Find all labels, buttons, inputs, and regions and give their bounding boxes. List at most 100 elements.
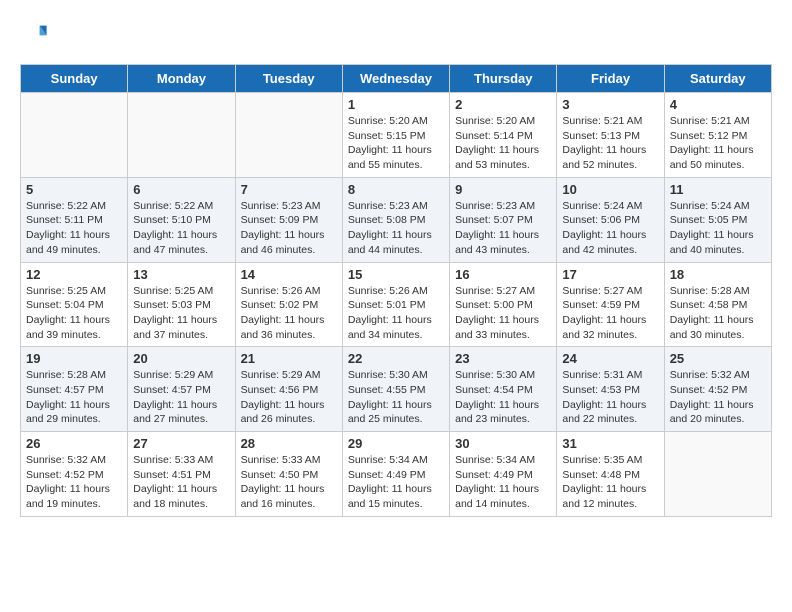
day-info: Sunrise: 5:33 AMSunset: 4:50 PMDaylight:… [241,453,337,512]
day-info: Sunrise: 5:23 AMSunset: 5:08 PMDaylight:… [348,199,444,258]
day-number: 25 [670,351,766,366]
day-number: 16 [455,267,551,282]
day-number: 15 [348,267,444,282]
day-info: Sunrise: 5:32 AMSunset: 4:52 PMDaylight:… [670,368,766,427]
calendar-cell: 20 Sunrise: 5:29 AMSunset: 4:57 PMDayligh… [128,347,235,432]
day-info: Sunrise: 5:23 AMSunset: 5:07 PMDaylight:… [455,199,551,258]
calendar-cell: 3 Sunrise: 5:21 AMSunset: 5:13 PMDaylight… [557,93,664,178]
weekday-header-friday: Friday [557,65,664,93]
weekday-header-thursday: Thursday [450,65,557,93]
day-info: Sunrise: 5:21 AMSunset: 5:12 PMDaylight:… [670,114,766,173]
calendar-cell: 11 Sunrise: 5:24 AMSunset: 5:05 PMDayligh… [664,177,771,262]
day-info: Sunrise: 5:30 AMSunset: 4:54 PMDaylight:… [455,368,551,427]
day-info: Sunrise: 5:35 AMSunset: 4:48 PMDaylight:… [562,453,658,512]
day-info: Sunrise: 5:25 AMSunset: 5:04 PMDaylight:… [26,284,122,343]
day-number: 28 [241,436,337,451]
calendar-cell: 18 Sunrise: 5:28 AMSunset: 4:58 PMDayligh… [664,262,771,347]
calendar-cell [664,432,771,517]
day-info: Sunrise: 5:30 AMSunset: 4:55 PMDaylight:… [348,368,444,427]
calendar-cell: 14Sunrise: 5:26 AMSunset: 5:02 PMDayligh… [235,262,342,347]
day-info: Sunrise: 5:24 AMSunset: 5:06 PMDaylight:… [562,199,658,258]
calendar-week-1: 1 Sunrise: 5:20 AMSunset: 5:15 PMDaylight… [21,93,772,178]
day-number: 30 [455,436,551,451]
calendar-cell: 17 Sunrise: 5:27 AMSunset: 4:59 PMDayligh… [557,262,664,347]
calendar-week-2: 5Sunrise: 5:22 AMSunset: 5:11 PMDaylight… [21,177,772,262]
day-number: 18 [670,267,766,282]
calendar-cell [235,93,342,178]
day-number: 12 [26,267,122,282]
calendar-cell: 16Sunrise: 5:27 AMSunset: 5:00 PMDayligh… [450,262,557,347]
day-number: 21 [241,351,337,366]
weekday-header-tuesday: Tuesday [235,65,342,93]
day-info: Sunrise: 5:22 AMSunset: 5:10 PMDaylight:… [133,199,229,258]
calendar-cell: 21 Sunrise: 5:29 AMSunset: 4:56 PMDayligh… [235,347,342,432]
day-number: 4 [670,97,766,112]
day-info: Sunrise: 5:32 AMSunset: 4:52 PMDaylight:… [26,453,122,512]
calendar-cell: 10 Sunrise: 5:24 AMSunset: 5:06 PMDayligh… [557,177,664,262]
day-number: 24 [562,351,658,366]
calendar-cell: 25 Sunrise: 5:32 AMSunset: 4:52 PMDayligh… [664,347,771,432]
day-number: 11 [670,182,766,197]
calendar-cell: 23 Sunrise: 5:30 AMSunset: 4:54 PMDayligh… [450,347,557,432]
calendar-cell: 24 Sunrise: 5:31 AMSunset: 4:53 PMDayligh… [557,347,664,432]
day-number: 10 [562,182,658,197]
day-number: 8 [348,182,444,197]
weekday-header-wednesday: Wednesday [342,65,449,93]
calendar-cell: 7Sunrise: 5:23 AMSunset: 5:09 PMDaylight… [235,177,342,262]
calendar-table: SundayMondayTuesdayWednesdayThursdayFrid… [20,64,772,517]
day-number: 27 [133,436,229,451]
calendar-cell: 1 Sunrise: 5:20 AMSunset: 5:15 PMDaylight… [342,93,449,178]
day-number: 19 [26,351,122,366]
day-number: 3 [562,97,658,112]
day-number: 31 [562,436,658,451]
calendar-cell: 19 Sunrise: 5:28 AMSunset: 4:57 PMDayligh… [21,347,128,432]
calendar-cell: 2 Sunrise: 5:20 AMSunset: 5:14 PMDaylight… [450,93,557,178]
calendar-cell: 28 Sunrise: 5:33 AMSunset: 4:50 PMDayligh… [235,432,342,517]
weekday-header-monday: Monday [128,65,235,93]
calendar-cell: 5Sunrise: 5:22 AMSunset: 5:11 PMDaylight… [21,177,128,262]
day-info: Sunrise: 5:28 AMSunset: 4:58 PMDaylight:… [670,284,766,343]
day-number: 1 [348,97,444,112]
day-info: Sunrise: 5:34 AMSunset: 4:49 PMDaylight:… [455,453,551,512]
calendar-cell: 27 Sunrise: 5:33 AMSunset: 4:51 PMDayligh… [128,432,235,517]
day-number: 2 [455,97,551,112]
calendar-cell [128,93,235,178]
day-info: Sunrise: 5:31 AMSunset: 4:53 PMDaylight:… [562,368,658,427]
day-number: 22 [348,351,444,366]
logo [20,20,52,48]
calendar-cell: 26Sunrise: 5:32 AMSunset: 4:52 PMDayligh… [21,432,128,517]
day-info: Sunrise: 5:29 AMSunset: 4:56 PMDaylight:… [241,368,337,427]
day-info: Sunrise: 5:26 AMSunset: 5:02 PMDaylight:… [241,284,337,343]
calendar-cell: 29 Sunrise: 5:34 AMSunset: 4:49 PMDayligh… [342,432,449,517]
calendar-cell: 9Sunrise: 5:23 AMSunset: 5:07 PMDaylight… [450,177,557,262]
day-info: Sunrise: 5:27 AMSunset: 4:59 PMDaylight:… [562,284,658,343]
calendar-cell: 31 Sunrise: 5:35 AMSunset: 4:48 PMDayligh… [557,432,664,517]
day-number: 5 [26,182,122,197]
day-number: 6 [133,182,229,197]
day-info: Sunrise: 5:28 AMSunset: 4:57 PMDaylight:… [26,368,122,427]
day-number: 20 [133,351,229,366]
day-info: Sunrise: 5:33 AMSunset: 4:51 PMDaylight:… [133,453,229,512]
day-number: 23 [455,351,551,366]
weekday-header-row: SundayMondayTuesdayWednesdayThursdayFrid… [21,65,772,93]
calendar-cell: 6 Sunrise: 5:22 AMSunset: 5:10 PMDaylight… [128,177,235,262]
calendar-cell: 30 Sunrise: 5:34 AMSunset: 4:49 PMDayligh… [450,432,557,517]
calendar-cell: 12 Sunrise: 5:25 AMSunset: 5:04 PMDayligh… [21,262,128,347]
calendar-cell: 15 Sunrise: 5:26 AMSunset: 5:01 PMDayligh… [342,262,449,347]
weekday-header-sunday: Sunday [21,65,128,93]
day-info: Sunrise: 5:34 AMSunset: 4:49 PMDaylight:… [348,453,444,512]
day-info: Sunrise: 5:24 AMSunset: 5:05 PMDaylight:… [670,199,766,258]
day-info: Sunrise: 5:29 AMSunset: 4:57 PMDaylight:… [133,368,229,427]
calendar-cell [21,93,128,178]
calendar-cell: 4 Sunrise: 5:21 AMSunset: 5:12 PMDaylight… [664,93,771,178]
day-number: 17 [562,267,658,282]
day-info: Sunrise: 5:23 AMSunset: 5:09 PMDaylight:… [241,199,337,258]
day-info: Sunrise: 5:26 AMSunset: 5:01 PMDaylight:… [348,284,444,343]
day-number: 29 [348,436,444,451]
calendar-cell: 13Sunrise: 5:25 AMSunset: 5:03 PMDayligh… [128,262,235,347]
day-info: Sunrise: 5:20 AMSunset: 5:15 PMDaylight:… [348,114,444,173]
day-number: 13 [133,267,229,282]
day-info: Sunrise: 5:20 AMSunset: 5:14 PMDaylight:… [455,114,551,173]
day-info: Sunrise: 5:21 AMSunset: 5:13 PMDaylight:… [562,114,658,173]
calendar-week-4: 19 Sunrise: 5:28 AMSunset: 4:57 PMDayligh… [21,347,772,432]
